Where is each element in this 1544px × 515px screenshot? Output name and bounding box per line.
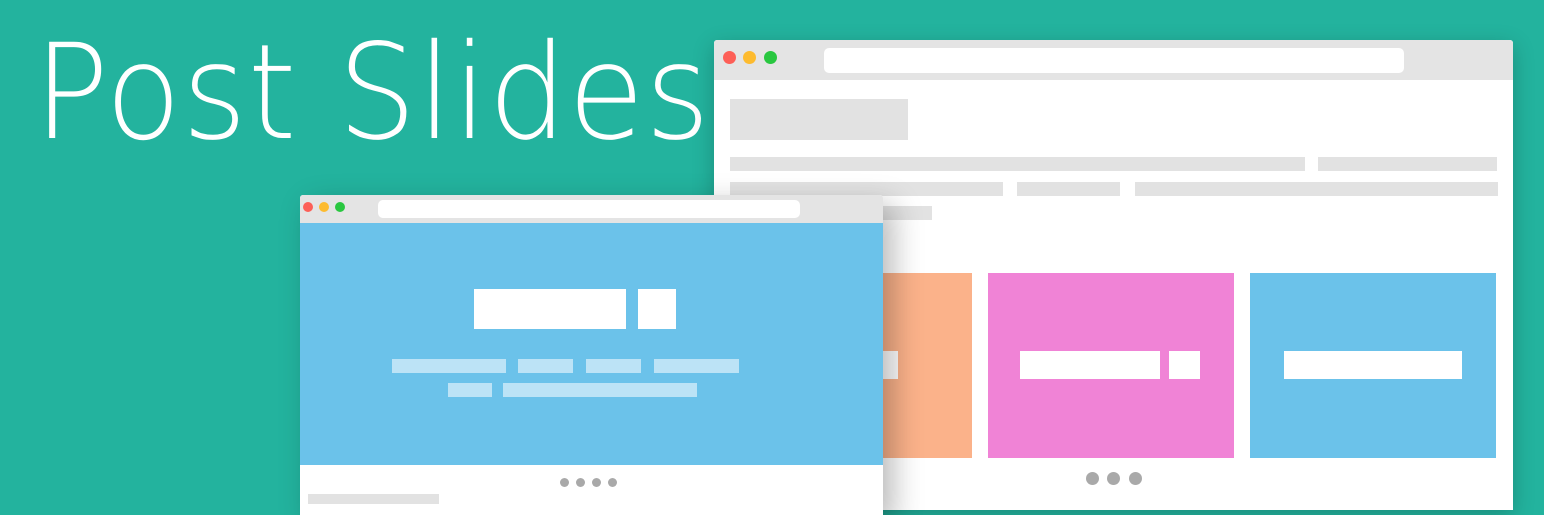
hero-text-line [586, 359, 641, 373]
front-browser-window [300, 195, 883, 515]
placeholder-text-line [1318, 157, 1497, 171]
hero-title-block [474, 289, 626, 329]
slide-card-blue[interactable] [1250, 273, 1496, 458]
hero-text-line [503, 383, 697, 397]
slide-card-pink[interactable] [988, 273, 1234, 458]
back-window-titlebar [714, 40, 1513, 80]
hero-title-block [638, 289, 676, 329]
pager-dot[interactable] [576, 478, 585, 487]
maximize-dot[interactable] [764, 51, 777, 64]
hero-slide[interactable] [300, 223, 883, 465]
pager-dot[interactable] [1107, 472, 1120, 485]
address-bar[interactable] [378, 200, 800, 218]
card-title-bar [1284, 351, 1462, 379]
banner-title: Post Slides [34, 16, 711, 170]
close-dot[interactable] [723, 51, 736, 64]
placeholder-heading [730, 99, 908, 140]
pager-dot[interactable] [592, 478, 601, 487]
placeholder-text-line [730, 182, 1003, 196]
hero-text-line [518, 359, 573, 373]
maximize-dot[interactable] [335, 202, 345, 212]
placeholder-text-line [730, 157, 1305, 171]
minimize-dot[interactable] [743, 51, 756, 64]
address-bar[interactable] [824, 48, 1404, 73]
card-title-bar [1169, 351, 1200, 379]
placeholder-text-line [1017, 182, 1120, 196]
pager-dot[interactable] [1129, 472, 1142, 485]
hero-text-line [448, 383, 492, 397]
minimize-dot[interactable] [319, 202, 329, 212]
placeholder-text-line [1135, 182, 1498, 196]
placeholder-text-line [308, 494, 439, 504]
pager-dot[interactable] [1086, 472, 1099, 485]
hero-text-line [392, 359, 506, 373]
pager-dot[interactable] [560, 478, 569, 487]
pager-dot[interactable] [608, 478, 617, 487]
hero-text-line [654, 359, 739, 373]
card-title-bar [1020, 351, 1160, 379]
close-dot[interactable] [303, 202, 313, 212]
front-window-titlebar [300, 195, 883, 223]
